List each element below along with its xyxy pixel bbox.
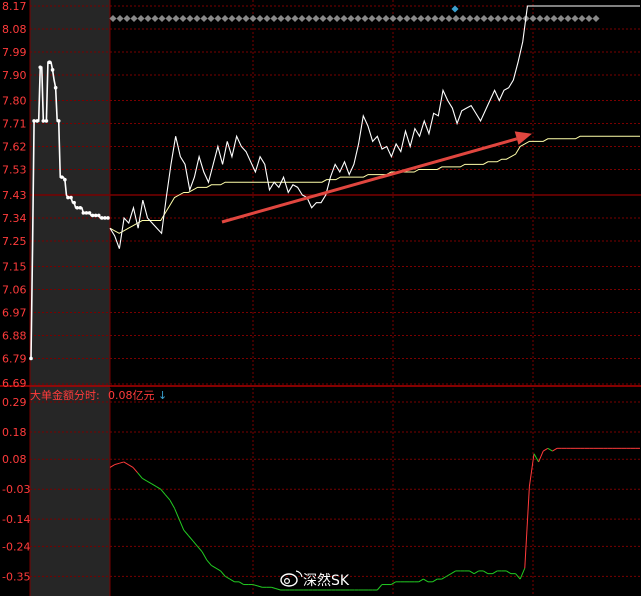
pre-auction-point — [56, 119, 61, 123]
pre-auction-point — [72, 200, 76, 205]
pre-auction-point — [75, 205, 79, 210]
pre-auction-point — [81, 211, 86, 215]
pre-auction-point — [69, 195, 73, 200]
indicator-tick-label: 0.18 — [2, 426, 27, 439]
price-tick-label: 7.80 — [2, 95, 27, 108]
price-tick-label: 7.53 — [2, 163, 27, 176]
price-tick-label: 7.06 — [2, 284, 27, 297]
pre-auction-point — [100, 216, 104, 220]
price-tick-label: 6.88 — [2, 329, 27, 342]
pre-auction-point — [44, 119, 49, 123]
pre-auction-point — [87, 211, 92, 215]
indicator-tick-label: 0.29 — [2, 396, 27, 409]
price-tick-label: 6.69 — [2, 377, 27, 390]
pre-auction-point — [103, 216, 107, 220]
price-tick-label: 8.17 — [2, 0, 27, 13]
price-tick-label: 6.79 — [2, 352, 27, 365]
pre-auction-point — [84, 211, 89, 215]
indicator-arrow-icon[interactable]: ↓ — [158, 389, 167, 402]
price-tick-label: 8.08 — [2, 23, 27, 36]
pre-auction-point — [60, 175, 64, 179]
indicator-label: 大单金额分时: — [30, 388, 100, 402]
pre-auction-point — [41, 119, 46, 123]
price-tick-label: 7.34 — [2, 212, 27, 225]
indicator-tick-label: -0.03 — [2, 483, 30, 496]
indicator-tick-label: -0.24 — [2, 540, 30, 553]
pre-auction-point — [38, 65, 43, 70]
price-tick-label: 7.15 — [2, 261, 27, 274]
intraday-chart: 8.17 8.08 7.99 7.90 7.80 7.71 7.62 7.53 7.43 7.34… — [0, 0, 641, 596]
pre-auction-point — [66, 195, 70, 200]
pre-auction-point — [63, 177, 67, 182]
pre-auction-point — [53, 85, 58, 90]
price-tick-label: 7.43 — [2, 189, 27, 202]
price-tick-label: 6.97 — [2, 306, 27, 319]
indicator-tick-label: -0.35 — [2, 570, 30, 583]
indicator-header: 大单金额分时: 0.08亿元 ↓ — [30, 388, 167, 402]
pre-auction-point — [96, 213, 101, 218]
price-tick-label: 7.62 — [2, 140, 27, 153]
pre-auction-point — [93, 213, 98, 218]
pre-auction-point — [50, 68, 55, 72]
watermark-text: 深然SK — [303, 572, 350, 589]
pre-auction-point — [78, 205, 83, 210]
pre-auction-point — [90, 213, 95, 218]
price-tick-label: 7.99 — [2, 46, 27, 59]
price-tick-label: 7.25 — [2, 235, 27, 248]
pre-auction-point — [106, 216, 110, 220]
pre-auction-point — [35, 119, 39, 123]
indicator-value: 0.08亿元 — [108, 389, 155, 402]
indicator-tick-label: 0.08 — [2, 453, 27, 466]
pre-auction-point — [47, 60, 52, 64]
pre-auction-point — [29, 356, 33, 361]
price-tick-label: 7.90 — [2, 69, 27, 82]
pre-auction-point — [32, 119, 36, 123]
price-tick-label: 7.71 — [2, 117, 27, 130]
indicator-tick-label: -0.14 — [2, 513, 30, 526]
